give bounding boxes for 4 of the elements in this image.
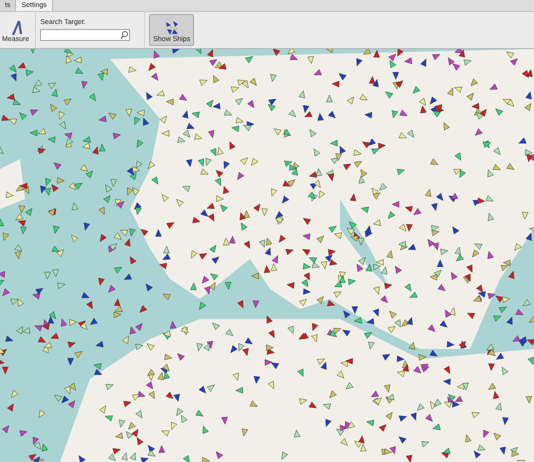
ships-icon [164, 20, 180, 36]
ship-map[interactable] [0, 49, 534, 462]
search-field[interactable] [40, 29, 130, 41]
search-icon[interactable] [120, 30, 130, 40]
